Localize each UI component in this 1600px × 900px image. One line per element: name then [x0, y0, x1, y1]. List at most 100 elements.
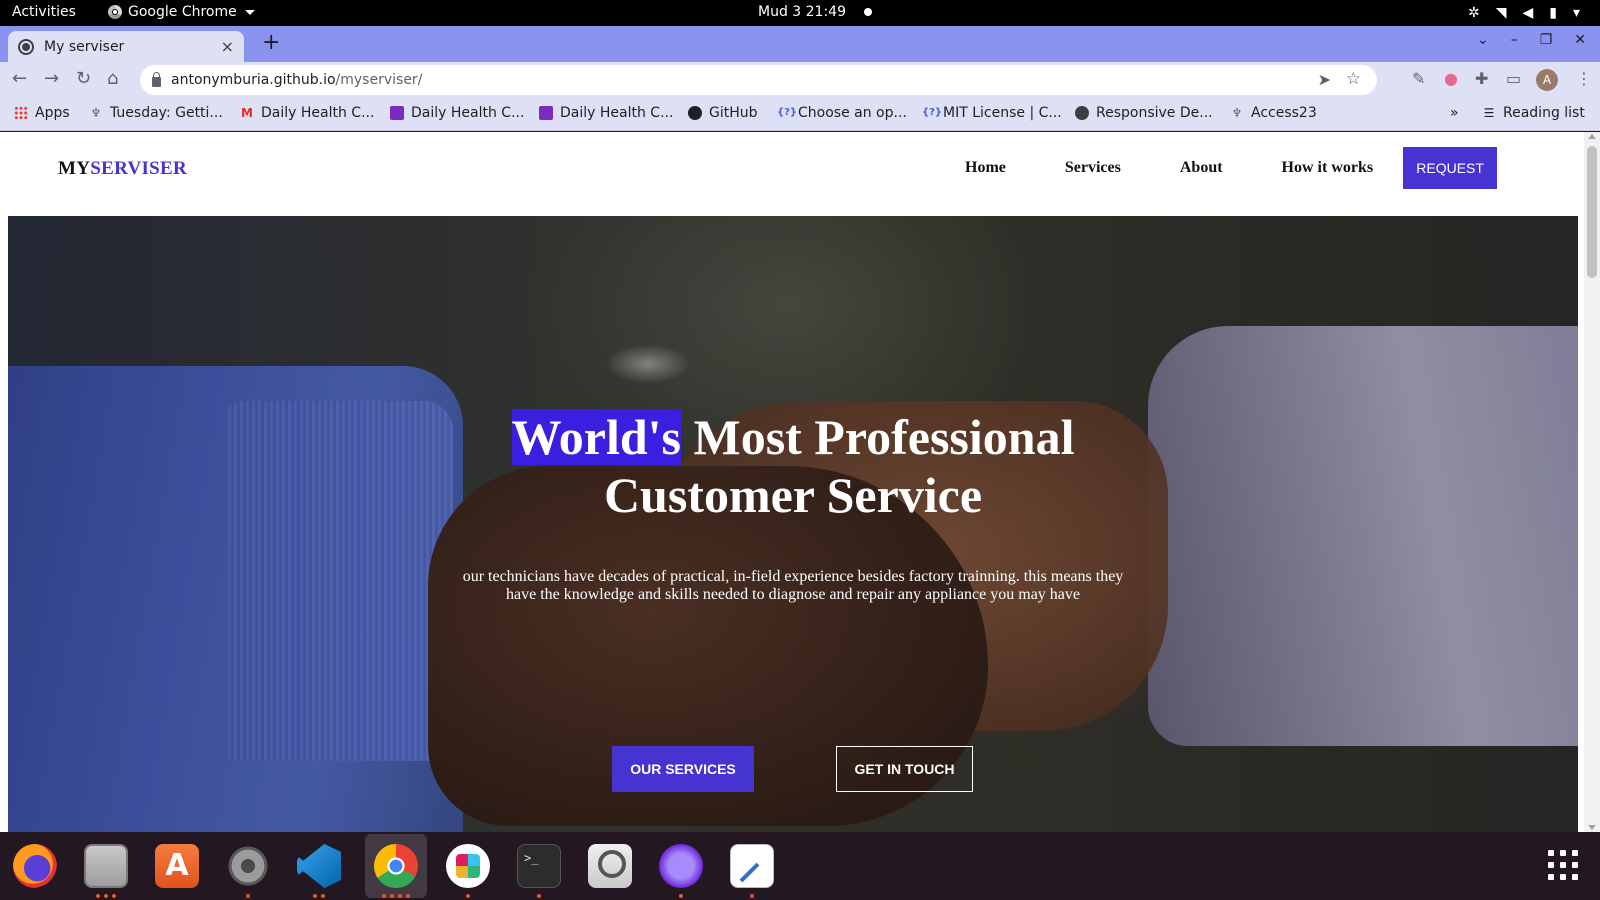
reading-list-button[interactable]: ☰ Reading list — [1482, 105, 1585, 121]
bookmark-label: Daily Health C... — [560, 105, 674, 121]
globe-icon — [1075, 106, 1089, 120]
window-controls: ⌄ – ❐ ✕ — [1477, 32, 1586, 48]
bookmark-item[interactable]: ♆ Access23 — [1230, 105, 1317, 121]
settings-icon — [226, 844, 270, 888]
bookmark-item[interactable]: Responsive De... — [1075, 105, 1213, 121]
show-applications-grid-icon[interactable] — [1548, 850, 1578, 880]
dock-files[interactable] — [81, 842, 131, 898]
logo-part-serviser: SERVISER — [90, 158, 188, 179]
back-icon[interactable]: ← — [12, 68, 27, 89]
hero-title-line1: Most Professional — [681, 409, 1075, 465]
bookmark-item[interactable]: {?} MIT License | C... — [922, 105, 1062, 121]
system-tray[interactable]: ✲ ◥ ◀ ▮ ▾ — [1468, 5, 1580, 21]
dock-web-app[interactable] — [656, 842, 706, 898]
scroll-up-icon[interactable] — [1588, 134, 1596, 139]
url-path: /myserviser/ — [335, 72, 423, 88]
scrollbar-thumb[interactable] — [1587, 146, 1597, 278]
tab-strip: My serviser × ⌄ – ❐ ✕ — [0, 26, 1600, 62]
dock-firefox[interactable] — [10, 842, 60, 890]
dock-chrome[interactable] — [365, 834, 427, 898]
hero-overlay — [8, 216, 1578, 832]
get-in-touch-button[interactable]: GET IN TOUCH — [836, 746, 973, 792]
page-viewport: MYSERVISER Home Services About How it wo… — [0, 132, 1600, 832]
nav-home[interactable]: Home — [965, 159, 1006, 177]
firefox-icon — [13, 844, 57, 888]
forward-icon[interactable]: → — [44, 68, 59, 89]
wifi-icon[interactable]: ◥ — [1496, 5, 1507, 21]
bookmark-item[interactable]: Daily Health C... — [390, 105, 524, 121]
close-window-icon[interactable]: ✕ — [1574, 32, 1586, 48]
bookmark-label: Tuesday: Getti... — [110, 105, 223, 121]
hero-title: World's Most Professional Customer Servi… — [8, 408, 1578, 524]
chrome-icon — [108, 5, 122, 19]
scroll-down-icon[interactable] — [1588, 825, 1596, 830]
question-icon: {?} — [777, 107, 798, 118]
reading-list-icon: ☰ — [1483, 106, 1495, 120]
dock-software-center[interactable]: A — [152, 842, 202, 890]
kebab-menu-icon[interactable]: ⋮ — [1576, 69, 1592, 88]
bookmark-star-icon[interactable]: ☆ — [1346, 69, 1361, 89]
extension-video-icon[interactable]: ● — [1444, 69, 1458, 88]
dock-vscode[interactable] — [294, 842, 344, 898]
hero-title-line2: Customer Service — [603, 467, 983, 523]
tab-my-serviser[interactable]: My serviser × — [8, 31, 244, 62]
bookmark-label: MIT License | C... — [943, 105, 1062, 121]
volume-icon[interactable]: ◀ — [1522, 5, 1533, 21]
site-logo[interactable]: MYSERVISER — [58, 158, 187, 180]
clock[interactable]: Mud 3 21:49 — [758, 4, 872, 20]
address-bar[interactable]: antonymburia.github.io/myserviser/ ➤ ☆ — [140, 65, 1377, 95]
browser-toolbar: ← → ↻ ⌂ antonymburia.github.io/myservise… — [0, 62, 1600, 98]
reading-list-label: Reading list — [1503, 105, 1585, 121]
dock-settings[interactable] — [223, 842, 273, 898]
bookmark-label: GitHub — [709, 105, 758, 121]
logo-part-my: MY — [58, 158, 91, 179]
extension-pen-icon[interactable]: ✎ — [1412, 69, 1425, 88]
question-icon: {?} — [922, 107, 943, 118]
our-services-button[interactable]: OUR SERVICES — [612, 746, 754, 792]
lock-icon[interactable] — [152, 71, 161, 87]
forms-icon — [539, 106, 553, 120]
cast-icon[interactable]: ▭ — [1506, 69, 1521, 88]
battery-icon[interactable]: ▮ — [1549, 5, 1557, 21]
dock-terminal[interactable]: >_ — [514, 842, 564, 898]
request-button[interactable]: REQUEST — [1403, 147, 1498, 189]
gmail-icon: M — [241, 106, 253, 120]
bookmark-label: Daily Health C... — [411, 105, 525, 121]
tab-search-icon[interactable]: ⌄ — [1477, 32, 1489, 48]
nav-how-it-works[interactable]: How it works — [1282, 159, 1374, 177]
extensions-puzzle-icon[interactable]: ✚ — [1475, 69, 1488, 88]
home-icon[interactable]: ⌂ — [107, 68, 118, 89]
accessibility-icon[interactable]: ✲ — [1468, 5, 1480, 21]
bookmark-github[interactable]: GitHub — [688, 105, 758, 121]
bookmark-item[interactable]: Daily Health C... — [539, 105, 673, 121]
app-menu[interactable]: Google Chrome — [108, 4, 255, 20]
bookmark-label: Choose an op... — [798, 105, 907, 121]
bookmark-apps[interactable]: Apps — [14, 105, 70, 121]
profile-avatar[interactable]: A — [1536, 69, 1558, 91]
restore-icon[interactable]: ❐ — [1540, 32, 1553, 48]
bookmark-label: Responsive De... — [1096, 105, 1213, 121]
chrome-icon — [374, 844, 418, 888]
send-to-device-icon[interactable]: ➤ — [1318, 70, 1331, 89]
activities-button[interactable]: Activities — [12, 4, 76, 20]
tab-close-icon[interactable]: × — [221, 37, 234, 56]
new-tab-button[interactable]: + — [262, 30, 280, 55]
pin-icon: ♆ — [90, 106, 102, 120]
terminal-icon: >_ — [517, 844, 561, 888]
system-top-bar: Activities Google Chrome Mud 3 21:49 ✲ ◥… — [0, 0, 1600, 26]
bookmark-item[interactable]: {?} Choose an op... — [777, 105, 907, 121]
nav-about[interactable]: About — [1180, 159, 1223, 177]
reload-icon[interactable]: ↻ — [76, 68, 91, 89]
url-host: antonymburia.github.io — [171, 72, 336, 88]
dock-slack[interactable] — [443, 842, 493, 898]
bookmark-item[interactable]: ♆ Tuesday: Getti... — [89, 105, 223, 121]
minimize-icon[interactable]: – — [1511, 32, 1518, 48]
page-scrollbar[interactable] — [1584, 132, 1600, 832]
dock-text-editor[interactable] — [727, 842, 777, 898]
power-menu-icon[interactable]: ▾ — [1573, 5, 1580, 21]
nav-services[interactable]: Services — [1065, 159, 1121, 177]
software-center-icon: A — [155, 844, 199, 888]
bookmarks-overflow-button[interactable]: » — [1450, 105, 1459, 121]
dock-image-viewer[interactable] — [585, 842, 635, 890]
bookmark-item[interactable]: M Daily Health C... — [240, 105, 374, 121]
